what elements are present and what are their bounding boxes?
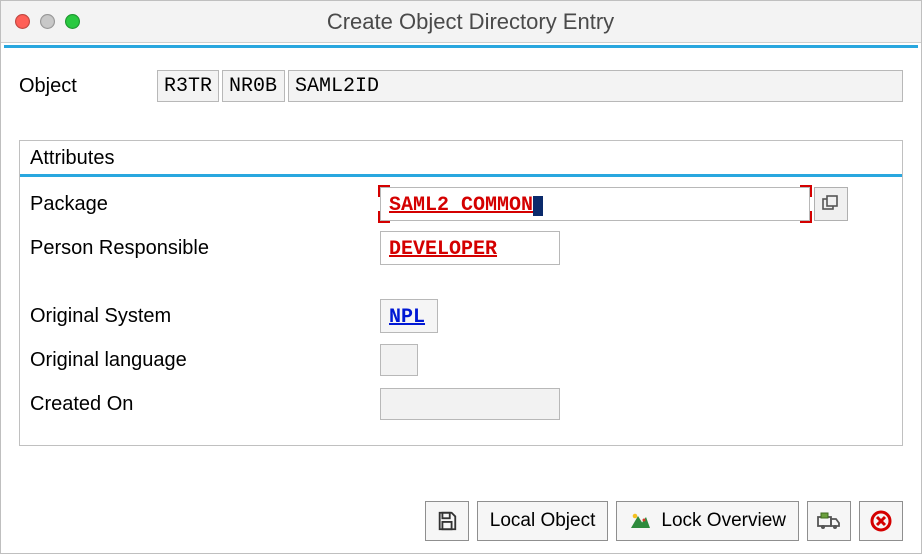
- save-icon: [436, 510, 458, 532]
- orig-system-label: Original System: [30, 305, 380, 328]
- attributes-panel-title: Attributes: [20, 141, 902, 177]
- person-input[interactable]: DEVELOPER: [380, 231, 560, 265]
- package-field-wrapper: SAML2_COMMON: [380, 187, 848, 221]
- package-input[interactable]: SAML2_COMMON: [380, 187, 810, 221]
- window-controls: [15, 14, 80, 29]
- titlebar: Create Object Directory Entry: [1, 1, 921, 43]
- cancel-icon: [869, 509, 893, 533]
- required-marker: [800, 185, 812, 197]
- person-label: Person Responsible: [30, 237, 380, 260]
- package-input-text: SAML2_COMMON: [389, 194, 533, 217]
- lock-overview-button[interactable]: Lock Overview: [616, 501, 799, 541]
- spacer: [30, 265, 892, 289]
- orig-system-row: Original System NPL: [30, 299, 892, 333]
- orig-lang-label: Original language: [30, 349, 380, 372]
- object-type: NR0B: [222, 70, 285, 102]
- object-row: Object R3TR NR0B SAML2ID: [19, 70, 903, 102]
- maximize-window-button[interactable]: [65, 14, 80, 29]
- body: Object R3TR NR0B SAML2ID Attributes Pack…: [1, 48, 921, 446]
- orig-lang-value: [380, 344, 418, 376]
- required-marker: [800, 211, 812, 223]
- person-input-text: DEVELOPER: [389, 238, 497, 261]
- value-help-icon: [822, 195, 840, 213]
- orig-lang-row: Original language: [30, 343, 892, 377]
- window: Create Object Directory Entry Object R3T…: [0, 0, 922, 554]
- local-object-label: Local Object: [490, 510, 596, 532]
- created-on-row: Created On: [30, 387, 892, 421]
- lock-overview-label: Lock Overview: [661, 510, 786, 532]
- cancel-button[interactable]: [859, 501, 903, 541]
- toolbar: Local Object Lock Overview: [1, 501, 921, 541]
- object-name: SAML2ID: [288, 70, 903, 102]
- created-on-value: [380, 388, 560, 420]
- text-cursor: [533, 196, 543, 216]
- overview-icon: [629, 512, 651, 530]
- package-value-help-button[interactable]: [814, 187, 848, 221]
- person-row: Person Responsible DEVELOPER: [30, 231, 892, 265]
- close-window-button[interactable]: [15, 14, 30, 29]
- created-on-label: Created On: [30, 393, 380, 416]
- required-marker: [378, 185, 390, 197]
- required-marker: [378, 211, 390, 223]
- orig-system-value: NPL: [380, 299, 438, 333]
- attributes-panel: Attributes Package SAML2_COMMON: [19, 140, 903, 446]
- object-pgmid: R3TR: [157, 70, 219, 102]
- package-label: Package: [30, 193, 380, 216]
- transport-button[interactable]: [807, 501, 851, 541]
- local-object-button[interactable]: Local Object: [477, 501, 609, 541]
- transport-icon: [817, 511, 841, 531]
- minimize-window-button[interactable]: [40, 14, 55, 29]
- object-label: Object: [19, 75, 157, 98]
- orig-system-text: NPL: [389, 306, 425, 329]
- package-row: Package SAML2_COMMON: [30, 187, 892, 221]
- save-button[interactable]: [425, 501, 469, 541]
- window-title: Create Object Directory Entry: [80, 9, 861, 35]
